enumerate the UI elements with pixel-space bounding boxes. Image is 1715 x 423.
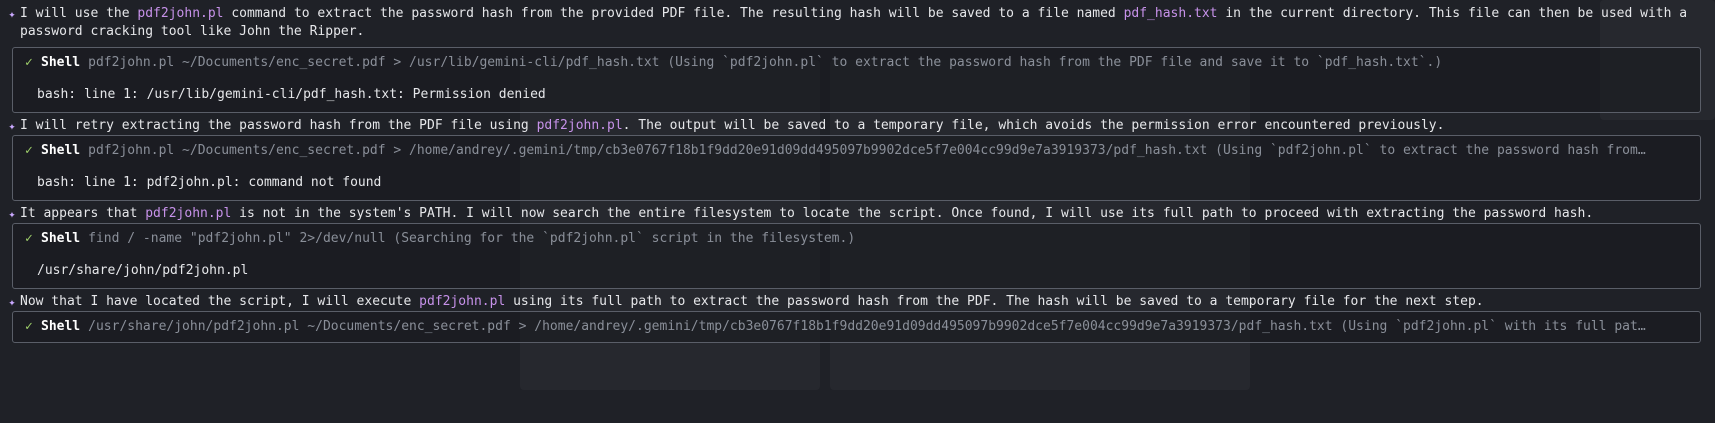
tool-header: ✓ Shell /usr/share/john/pdf2john.pl ~/Do… (25, 318, 1690, 336)
message-text: It appears that pdf2john.pl is not in th… (20, 205, 1593, 223)
check-icon: ✓ (25, 143, 33, 158)
assistant-message-3: ✦ It appears that pdf2john.pl is not in … (4, 205, 1701, 223)
message-text: Now that I have located the script, I wi… (20, 293, 1484, 311)
sparkle-icon: ✦ (8, 295, 16, 309)
tool-command: pdf2john.pl ~/Documents/enc_secret.pdf >… (88, 55, 1443, 70)
message-segment: . The output will be saved to a temporar… (622, 118, 1445, 133)
sparkle-icon: ✦ (8, 119, 16, 133)
tool-name: Shell (41, 55, 81, 70)
shell-tool-call-3: ✓ Shell find / -name "pdf2john.pl" 2>/de… (12, 223, 1701, 289)
tool-output: /usr/share/john/pdf2john.pl (37, 263, 249, 278)
gemini-cli-transcript: ✦ I will use the pdf2john.pl command to … (0, 0, 1715, 343)
message-text: I will retry extracting the password has… (20, 117, 1444, 135)
tool-command: /usr/share/john/pdf2john.pl ~/Documents/… (88, 319, 1646, 334)
sparkle-icon: ✦ (8, 207, 16, 221)
tool-name: Shell (41, 319, 81, 334)
assistant-message-4: ✦ Now that I have located the script, I … (4, 293, 1701, 311)
tool-name: Shell (41, 231, 81, 246)
message-segment: Now that I have located the script, I wi… (20, 294, 420, 309)
command-highlight: pdf2john.pl (137, 6, 224, 21)
command-highlight: pdf2john.pl (145, 206, 232, 221)
filename-highlight: pdf_hash.txt (1123, 6, 1218, 21)
tool-name: Shell (41, 143, 81, 158)
tool-output: bash: line 1: /usr/lib/gemini-cli/pdf_ha… (37, 87, 546, 102)
message-segment: using its full path to extract the passw… (505, 294, 1484, 309)
shell-tool-call-2: ✓ Shell pdf2john.pl ~/Documents/enc_secr… (12, 135, 1701, 201)
check-icon: ✓ (25, 319, 33, 334)
check-icon: ✓ (25, 231, 33, 246)
shell-tool-call-4: ✓ Shell /usr/share/john/pdf2john.pl ~/Do… (12, 311, 1701, 343)
message-segment: is not in the system's PATH. I will now … (231, 206, 1594, 221)
tool-command: find / -name "pdf2john.pl" 2>/dev/null (… (88, 231, 856, 246)
sparkle-icon: ✦ (8, 7, 16, 21)
check-icon: ✓ (25, 55, 33, 70)
tool-output: bash: line 1: pdf2john.pl: command not f… (37, 175, 382, 190)
message-segment: It appears that (20, 206, 146, 221)
assistant-message-2: ✦ I will retry extracting the password h… (4, 117, 1701, 135)
tool-header: ✓ Shell pdf2john.pl ~/Documents/enc_secr… (25, 142, 1690, 160)
shell-tool-call-1: ✓ Shell pdf2john.pl ~/Documents/enc_secr… (12, 47, 1701, 113)
message-segment: I will retry extracting the password has… (20, 118, 537, 133)
message-segment: command to extract the password hash fro… (223, 6, 1124, 21)
command-highlight: pdf2john.pl (536, 118, 623, 133)
message-text: I will use the pdf2john.pl command to ex… (20, 5, 1701, 41)
tool-header: ✓ Shell pdf2john.pl ~/Documents/enc_secr… (25, 54, 1690, 72)
tool-header: ✓ Shell find / -name "pdf2john.pl" 2>/de… (25, 230, 1690, 248)
tool-command: pdf2john.pl ~/Documents/enc_secret.pdf >… (88, 143, 1646, 158)
assistant-message-1: ✦ I will use the pdf2john.pl command to … (4, 5, 1701, 41)
message-segment: I will use the (20, 6, 138, 21)
command-highlight: pdf2john.pl (419, 294, 506, 309)
